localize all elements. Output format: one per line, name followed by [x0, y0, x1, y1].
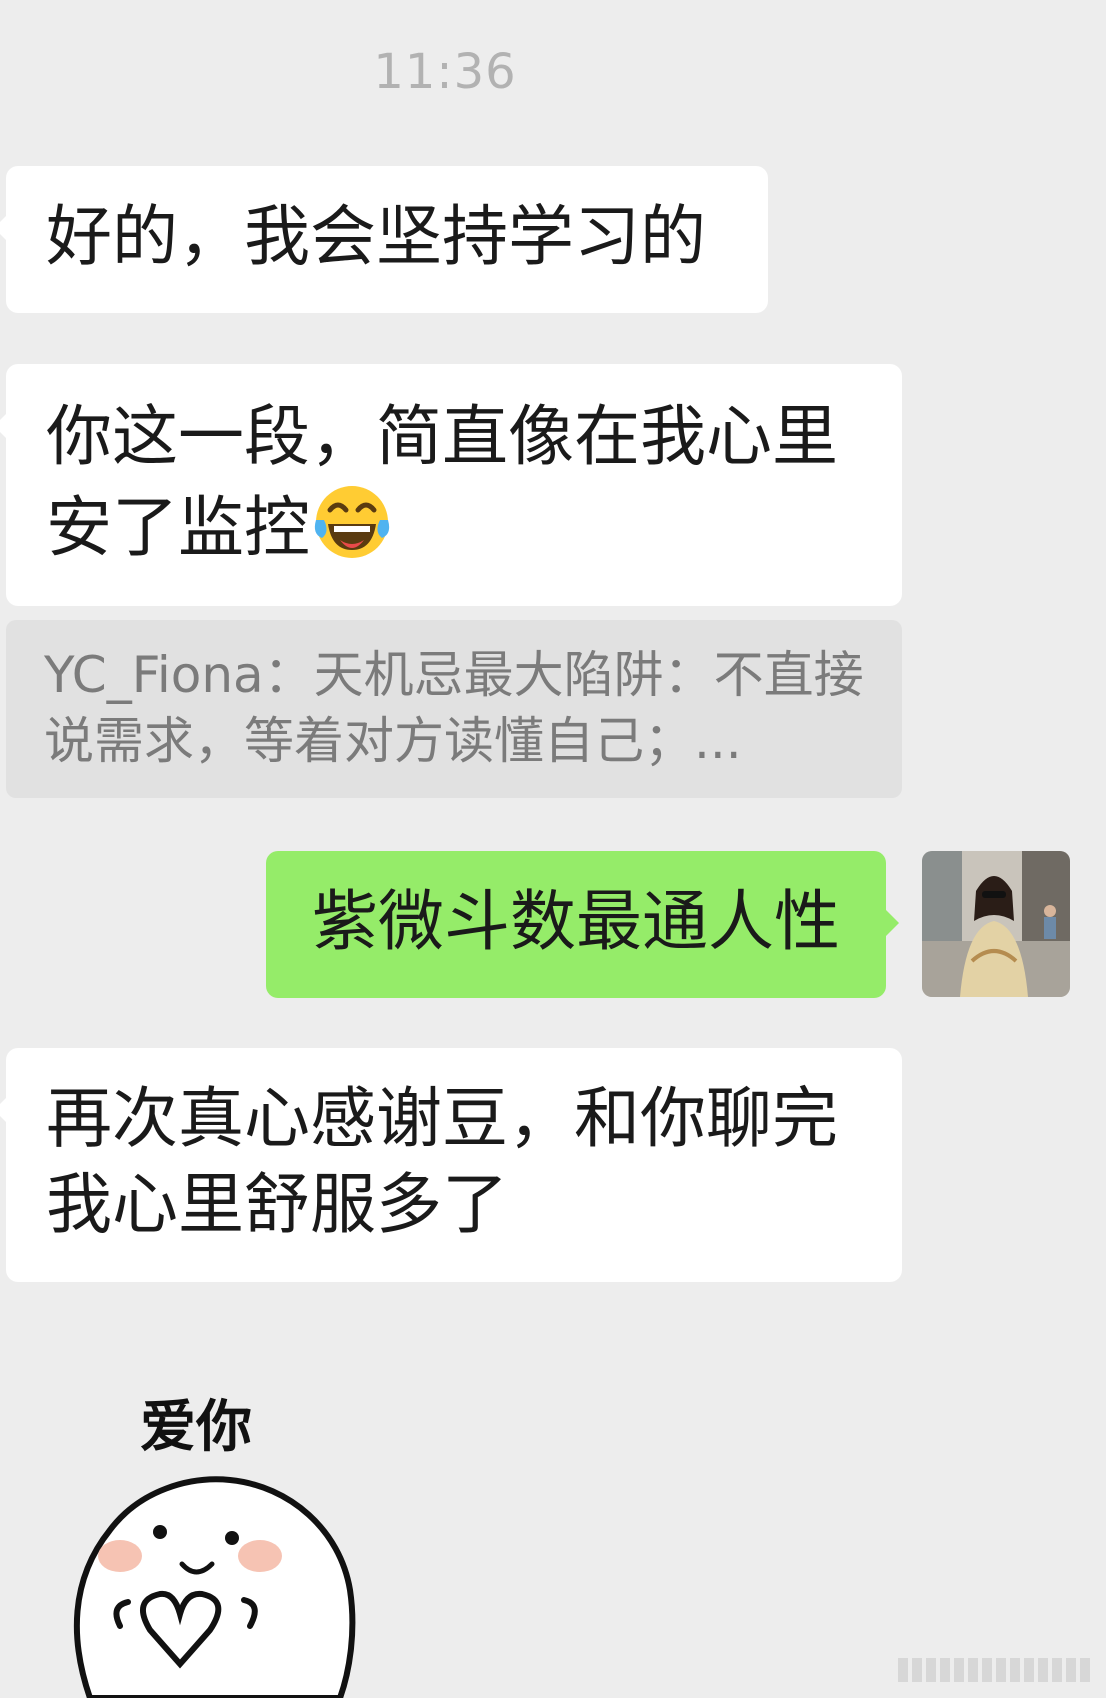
- chat-screen: 11:36 好的，我会坚持学习的 你这一段，简直像在我心里安了监控 YC_Fio…: [0, 0, 1106, 1698]
- incoming-message-bubble[interactable]: 再次真心感谢豆，和你聊完我心里舒服多了: [0, 1048, 902, 1282]
- message-text: 好的，我会坚持学习的: [46, 198, 706, 275]
- love-you-sticker[interactable]: [50, 1380, 370, 1698]
- user-avatar[interactable]: [922, 851, 1070, 997]
- message-text: 你这一段，简直像在我心里安了监控: [46, 398, 838, 566]
- quoted-message-text: YC_Fiona：天机忌最大陷阱：不直接说需求，等着对方读懂自己；...: [44, 646, 864, 770]
- watermark-icon: [898, 1658, 1090, 1682]
- quoted-message[interactable]: YC_Fiona：天机忌最大陷阱：不直接说需求，等着对方读懂自己；...: [6, 620, 902, 798]
- incoming-message-bubble[interactable]: 你这一段，简直像在我心里安了监控: [0, 364, 902, 606]
- laughing-tears-emoji-icon: [314, 486, 390, 558]
- outgoing-message-bubble[interactable]: 紫微斗数最通人性: [266, 851, 899, 998]
- incoming-message-bubble[interactable]: 好的，我会坚持学习的: [0, 166, 768, 313]
- avatar-image: [922, 851, 1070, 997]
- message-text: 紫微斗数最通人性: [312, 883, 840, 960]
- message-timestamp: 11:36: [373, 44, 517, 100]
- message-text: 再次真心感谢豆，和你聊完我心里舒服多了: [46, 1080, 838, 1243]
